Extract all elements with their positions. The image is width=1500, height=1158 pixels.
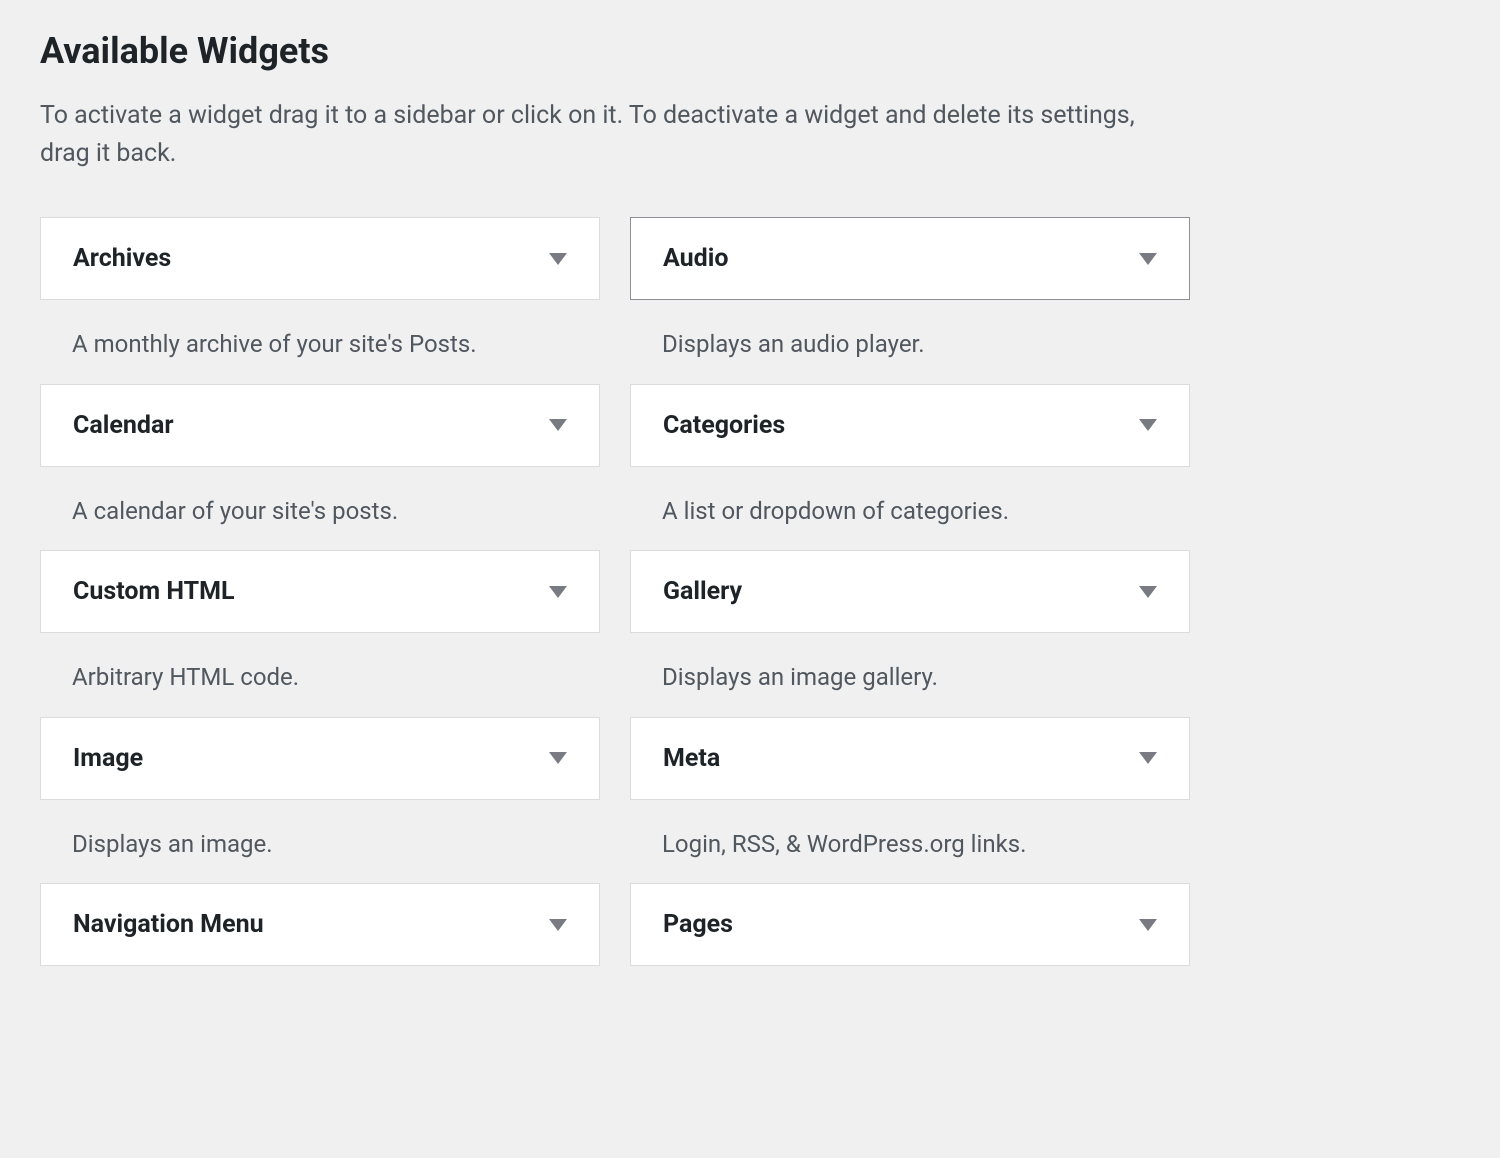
widget-header-archives[interactable]: Archives — [40, 217, 600, 300]
widget-item-categories: Categories A list or dropdown of categor… — [630, 384, 1190, 541]
page-title: Available Widgets — [40, 30, 1460, 72]
widget-title: Categories — [663, 411, 785, 440]
widget-title: Navigation Menu — [73, 910, 264, 939]
widget-description: A monthly archive of your site's Posts. — [40, 300, 600, 374]
widget-header-custom-html[interactable]: Custom HTML — [40, 550, 600, 633]
widget-grid: Archives A monthly archive of your site'… — [40, 217, 1190, 976]
widget-title: Image — [73, 744, 143, 773]
widget-item-calendar: Calendar A calendar of your site's posts… — [40, 384, 600, 541]
chevron-down-icon — [1139, 419, 1157, 431]
widget-title: Archives — [73, 244, 171, 273]
widget-item-navigation-menu: Navigation Menu — [40, 883, 600, 966]
widget-header-categories[interactable]: Categories — [630, 384, 1190, 467]
page-description: To activate a widget drag it to a sideba… — [40, 97, 1160, 172]
chevron-down-icon — [549, 919, 567, 931]
widget-title: Calendar — [73, 411, 173, 440]
widget-item-pages: Pages — [630, 883, 1190, 966]
widget-header-image[interactable]: Image — [40, 717, 600, 800]
chevron-down-icon — [549, 253, 567, 265]
widget-header-meta[interactable]: Meta — [630, 717, 1190, 800]
widget-description: Login, RSS, & WordPress.org links. — [630, 800, 1190, 874]
widget-description: Arbitrary HTML code. — [40, 633, 600, 707]
widget-item-image: Image Displays an image. — [40, 717, 600, 874]
widget-header-pages[interactable]: Pages — [630, 883, 1190, 966]
widget-header-audio[interactable]: Audio — [630, 217, 1190, 300]
widget-header-navigation-menu[interactable]: Navigation Menu — [40, 883, 600, 966]
chevron-down-icon — [549, 752, 567, 764]
chevron-down-icon — [549, 586, 567, 598]
widget-item-custom-html: Custom HTML Arbitrary HTML code. — [40, 550, 600, 707]
widget-header-calendar[interactable]: Calendar — [40, 384, 600, 467]
widget-description: Displays an image. — [40, 800, 600, 874]
chevron-down-icon — [1139, 752, 1157, 764]
widget-description: Displays an image gallery. — [630, 633, 1190, 707]
widget-header-gallery[interactable]: Gallery — [630, 550, 1190, 633]
widget-title: Audio — [663, 244, 728, 273]
widget-description: Displays an audio player. — [630, 300, 1190, 374]
chevron-down-icon — [1139, 586, 1157, 598]
widget-title: Pages — [663, 910, 733, 939]
widget-item-meta: Meta Login, RSS, & WordPress.org links. — [630, 717, 1190, 874]
widget-title: Meta — [663, 744, 720, 773]
widget-title: Custom HTML — [73, 577, 235, 606]
widget-title: Gallery — [663, 577, 742, 606]
chevron-down-icon — [1139, 253, 1157, 265]
widget-item-archives: Archives A monthly archive of your site'… — [40, 217, 600, 374]
chevron-down-icon — [1139, 919, 1157, 931]
widget-item-gallery: Gallery Displays an image gallery. — [630, 550, 1190, 707]
widget-item-audio: Audio Displays an audio player. — [630, 217, 1190, 374]
widget-description: A calendar of your site's posts. — [40, 467, 600, 541]
chevron-down-icon — [549, 419, 567, 431]
widget-description: A list or dropdown of categories. — [630, 467, 1190, 541]
